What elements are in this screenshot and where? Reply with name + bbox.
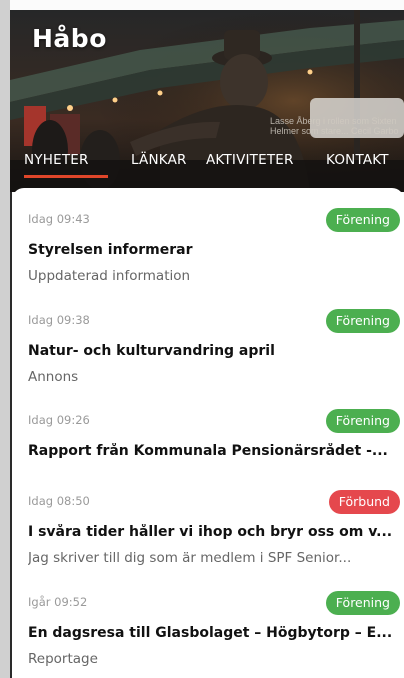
category-badge: Förening xyxy=(325,309,400,333)
tab-aktiviteter[interactable]: AKTIVITETER xyxy=(206,152,294,168)
hero-header: Håbo Lasse Åberg i rollen som Sixten Hel… xyxy=(10,10,404,192)
category-badge: Förening xyxy=(325,409,400,433)
left-edge xyxy=(0,0,10,678)
tab-kontakt[interactable]: KONTAKT xyxy=(326,152,389,168)
news-title: I svåra tider håller vi ihop och bryr os… xyxy=(28,524,393,540)
news-time: Idag 09:38 xyxy=(28,313,90,327)
category-badge: Förening xyxy=(325,208,400,232)
news-title: En dagsresa till Glasbolaget – Högbytorp… xyxy=(28,625,393,641)
app-screen: Håbo Lasse Åberg i rollen som Sixten Hel… xyxy=(0,0,404,678)
news-time: Idag 08:50 xyxy=(28,494,90,508)
news-list: Idag 09:43 Förening Styrelsen informerar… xyxy=(12,188,404,678)
tab-nyheter[interactable]: NYHETER xyxy=(24,152,89,168)
news-time: Idag 09:43 xyxy=(28,212,90,226)
tab-lankar[interactable]: LÄNKAR xyxy=(131,152,187,168)
tab-bar: NYHETER LÄNKAR AKTIVITETER KONTAKT xyxy=(10,10,404,192)
news-time: Idag 09:26 xyxy=(28,413,90,427)
news-subtitle: Annons xyxy=(28,369,79,385)
news-time: Igår 09:52 xyxy=(28,595,88,609)
news-title: Styrelsen informerar xyxy=(28,242,193,258)
category-badge: Förening xyxy=(325,591,400,615)
news-subtitle: Jag skriver till dig som är medlem i SPF… xyxy=(28,550,352,566)
news-subtitle: Reportage xyxy=(28,651,98,667)
news-title: Natur- och kulturvandring april xyxy=(28,343,275,359)
category-badge: Förbund xyxy=(328,490,400,514)
news-subtitle: Uppdaterad information xyxy=(28,268,191,284)
news-title: Rapport från Kommunala Pensionärsrådet -… xyxy=(28,443,388,459)
active-tab-indicator xyxy=(24,175,108,178)
